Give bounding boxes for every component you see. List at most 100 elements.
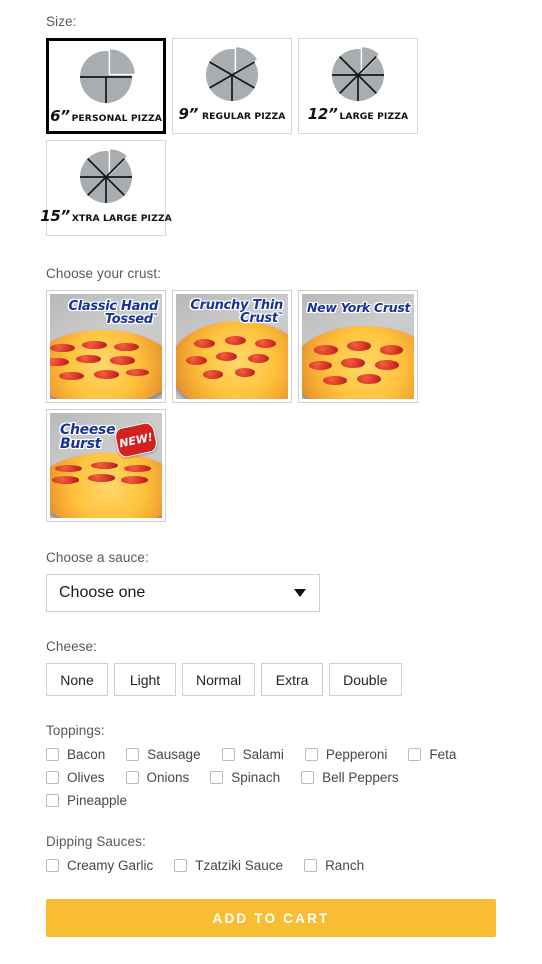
sauce-select-wrapper: Choose one	[46, 574, 320, 612]
size-name: PERSONAL PIZZA	[71, 113, 162, 124]
checkbox-icon[interactable]	[210, 771, 224, 784]
cheese-option-extra[interactable]: Extra	[261, 663, 324, 696]
cheese-option-double[interactable]: Double	[329, 663, 402, 696]
size-inches: 15”	[40, 207, 70, 225]
pepperoni-icon	[124, 464, 152, 472]
toppings-options: Bacon Sausage Salami Pepperoni Feta Olives Oni…	[46, 747, 496, 808]
checkbox-icon[interactable]	[301, 771, 315, 784]
pepperoni-icon	[379, 344, 404, 355]
checkbox-icon[interactable]	[46, 859, 59, 872]
checkbox-icon[interactable]	[304, 748, 318, 761]
topping-pineapple[interactable]: Pineapple	[46, 793, 127, 808]
pepperoni-icon	[314, 344, 339, 355]
size-inches: 9”	[178, 105, 199, 123]
new-badge: NEW!	[113, 421, 159, 459]
crust-option-1[interactable]: Classic Hand Tossed™	[46, 290, 166, 403]
topping-label: Spinach	[231, 770, 281, 785]
topping-label: Feta	[429, 747, 457, 762]
pepperoni-icon	[88, 474, 116, 482]
checkbox-icon[interactable]	[46, 748, 59, 761]
checkbox-icon[interactable]	[46, 794, 59, 807]
chevron-down-icon[interactable]	[294, 589, 306, 597]
size-inches: 12”	[307, 105, 338, 123]
dipping-sauce-label: Tzatziki Sauce	[195, 858, 284, 873]
topping-label: Onions	[146, 770, 190, 785]
topping-olives[interactable]: Olives	[46, 770, 105, 785]
dipping-sauce-creamy-garlic[interactable]: Creamy Garlic	[46, 858, 153, 873]
pizza-illustration	[176, 321, 288, 399]
pepperoni-icon	[50, 357, 70, 367]
crust-image: Crunchy Thin Crust™	[176, 294, 288, 399]
checkbox-icon[interactable]	[221, 748, 235, 761]
topping-pepperoni[interactable]: Pepperoni	[304, 747, 388, 762]
pepperoni-icon	[91, 461, 119, 470]
checkbox-icon[interactable]	[126, 748, 140, 761]
topping-label: Sausage	[147, 747, 201, 762]
topping-spinach[interactable]: Spinach	[210, 770, 280, 785]
checkbox-icon[interactable]	[408, 748, 422, 761]
pepperoni-icon	[55, 464, 83, 472]
crust-name: Crunchy Thin Crust™	[190, 298, 283, 326]
pepperoni-icon	[76, 354, 102, 364]
cheese-option-light[interactable]: Light	[114, 663, 176, 696]
pepperoni-icon	[224, 335, 246, 345]
pepperoni-icon	[202, 370, 224, 380]
topping-label: Bacon	[67, 747, 106, 762]
pepperoni-icon	[82, 340, 107, 350]
cheese-option-normal[interactable]: Normal	[182, 663, 256, 696]
checkbox-icon[interactable]	[46, 771, 59, 784]
dipping-sauce-row: Creamy Garlic Tzatziki Sauce Ranch	[46, 858, 496, 873]
crust-name: Classic Hand Tossed™	[68, 299, 158, 327]
size-option-2[interactable]: 9” REGULAR PIZZA	[172, 38, 292, 134]
size-caption: 15” XTRA LARGE PIZZA	[40, 207, 172, 225]
checkbox-icon[interactable]	[174, 859, 188, 872]
add-to-cart-button[interactable]: ADD TO CART	[46, 899, 496, 937]
sauce-select[interactable]: Choose one	[46, 574, 320, 612]
dipping-sauce-label: Creamy Garlic	[67, 858, 154, 873]
cheese-label: Cheese:	[46, 639, 97, 654]
crust-option-4[interactable]: Cheese Burst NEW!	[46, 409, 166, 522]
size-option-3[interactable]: 12” LARGE PIZZA	[298, 38, 418, 134]
pizza-illustration	[50, 452, 162, 518]
topping-bacon[interactable]: Bacon	[46, 747, 105, 762]
crust-name: New York Crust	[307, 300, 411, 315]
topping-bell-peppers[interactable]: Bell Peppers	[301, 770, 399, 785]
topping-feta[interactable]: Feta	[408, 747, 456, 762]
topping-label: Olives	[67, 770, 105, 785]
dipping-sauce-label: Ranch	[325, 858, 365, 873]
dipping-sauce-ranch[interactable]: Ranch	[304, 858, 364, 873]
pepperoni-icon	[50, 343, 75, 353]
crust-image: Cheese Burst NEW!	[50, 413, 162, 518]
size-caption: 9” REGULAR PIZZA	[173, 105, 291, 123]
topping-sausage[interactable]: Sausage	[126, 747, 201, 762]
pizza-illustration	[50, 329, 162, 399]
size-option-4[interactable]: 15” XTRA LARGE PIZZA	[40, 140, 172, 236]
pizza-slices-icon	[77, 148, 135, 206]
pepperoni-icon	[216, 351, 238, 361]
topping-salami[interactable]: Salami	[221, 747, 284, 762]
size-name: XTRA LARGE PIZZA	[71, 213, 172, 224]
checkbox-icon[interactable]	[125, 771, 139, 784]
pepperoni-icon	[93, 370, 119, 379]
crust-option-3[interactable]: New York Crust	[298, 290, 418, 403]
pizza-slices-icon	[329, 46, 387, 104]
crust-image: Classic Hand Tossed™	[50, 294, 162, 399]
pepperoni-icon	[323, 375, 347, 386]
pepperoni-icon	[357, 374, 381, 384]
topping-label: Pepperoni	[325, 747, 388, 762]
pepperoni-icon	[308, 360, 333, 371]
dipping-sauce-tzatziki-sauce[interactable]: Tzatziki Sauce	[174, 858, 283, 873]
size-option-1[interactable]: 6” PERSONAL PIZZA	[46, 38, 166, 134]
cheese-options: None Light Normal Extra Double	[46, 663, 496, 696]
pepperoni-icon	[58, 371, 84, 381]
crust-label: Choose your crust:	[46, 266, 162, 281]
checkbox-icon[interactable]	[304, 859, 318, 872]
crust-option-2[interactable]: Crunchy Thin Crust™	[172, 290, 292, 403]
dipping-sauces-label: Dipping Sauces:	[46, 834, 146, 849]
topping-onions[interactable]: Onions	[125, 770, 190, 785]
pepperoni-icon	[255, 339, 277, 349]
crust-image: New York Crust	[302, 294, 414, 399]
cheese-option-none[interactable]: None	[46, 663, 108, 696]
pepperoni-icon	[52, 476, 80, 484]
topping-label: Salami	[242, 747, 284, 762]
